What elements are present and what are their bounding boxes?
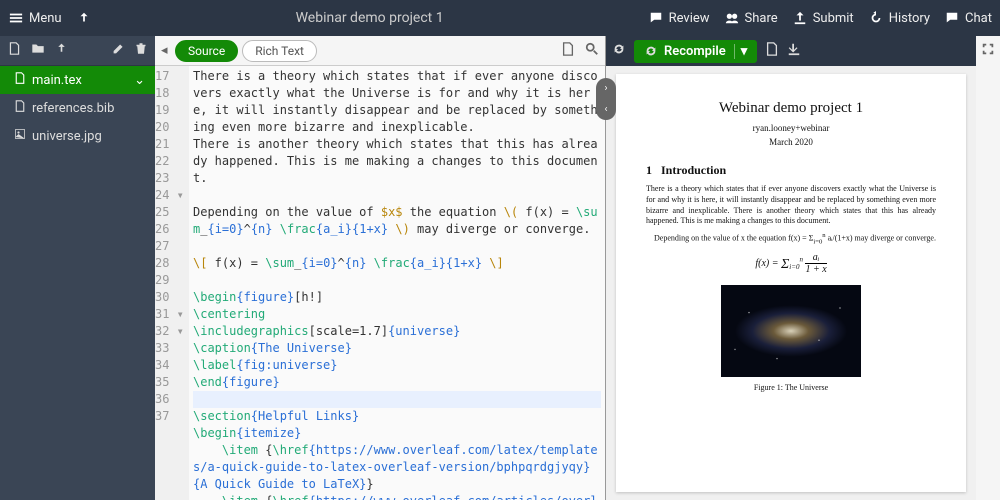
pdf-viewer[interactable]: Webinar demo project 1 ryan.looney+webin… <box>606 66 976 500</box>
up-button[interactable] <box>76 10 92 26</box>
collapse-arrow-icon[interactable]: ◂ <box>161 43 171 58</box>
code-line[interactable]: Depending on the value of $x$ the equati… <box>193 204 601 238</box>
history-icon <box>868 10 884 26</box>
code-line[interactable]: \begin{itemize} <box>193 425 601 442</box>
chevron-down-icon[interactable]: ▾ <box>734 44 748 59</box>
tab-source[interactable]: Source <box>175 40 238 62</box>
section-heading: 1 Introduction <box>646 163 936 178</box>
code-line[interactable]: \section{Helpful Links} <box>193 408 601 425</box>
code-line[interactable] <box>193 391 601 408</box>
image-icon <box>14 128 26 144</box>
chat-icon <box>944 10 960 26</box>
code-line[interactable]: \end{figure} <box>193 374 601 391</box>
chevron-left-icon: ‹ <box>604 104 607 115</box>
pdf-page: Webinar demo project 1 ryan.looney+webin… <box>616 74 966 492</box>
review-icon <box>648 10 664 26</box>
paragraph: Depending on the value of x the equation… <box>646 231 936 246</box>
code-editor[interactable]: 17 18 19 20 21 22 23 24 ▾ 25 26 27 28 29… <box>155 66 605 500</box>
tab-richtext[interactable]: Rich Text <box>242 40 317 62</box>
submit-icon <box>792 10 808 26</box>
file-name: main.tex <box>32 73 82 88</box>
file-outline-icon[interactable] <box>561 42 575 60</box>
chevron-right-icon: › <box>604 83 607 94</box>
chat-button[interactable]: Chat <box>944 10 992 26</box>
expand-pane[interactable] <box>976 36 1000 500</box>
history-button[interactable]: History <box>868 10 930 26</box>
sync-icon[interactable] <box>612 42 626 60</box>
pane-resize-handle[interactable]: › ‹ <box>596 78 616 120</box>
code-line[interactable]: \includegraphics[scale=1.7]{universe} <box>193 323 601 340</box>
new-file-icon[interactable] <box>8 42 21 59</box>
file-tree-item[interactable]: main.tex ⌄ <box>0 66 155 94</box>
menu-label: Menu <box>29 11 62 26</box>
figure: Figure 1: The Universe <box>646 285 936 392</box>
file-tree-item[interactable]: references.bib <box>0 94 155 122</box>
doc-author: ryan.looney+webinar <box>646 123 936 133</box>
code-line[interactable]: There is another theory which states tha… <box>193 136 601 187</box>
review-button[interactable]: Review <box>648 10 710 26</box>
menu-button[interactable]: Menu <box>8 10 62 26</box>
code-line[interactable] <box>193 238 601 255</box>
code-line[interactable]: \begin{figure}[h!] <box>193 289 601 306</box>
paragraph: There is a theory which states that if e… <box>646 184 936 227</box>
chevron-down-icon[interactable]: ⌄ <box>134 73 145 88</box>
submit-button[interactable]: Submit <box>792 10 854 26</box>
code-line[interactable]: \[ f(x) = \sum_{i=0}^{n} \frac{a_i}{1+x}… <box>193 255 601 272</box>
pdf-pane: Recompile ▾ Webinar demo project 1 ryan.… <box>606 36 976 500</box>
new-folder-icon[interactable] <box>31 42 45 59</box>
file-icon <box>14 72 26 88</box>
recompile-button[interactable]: Recompile ▾ <box>634 40 757 63</box>
pdf-toolbar: Recompile ▾ <box>606 36 976 66</box>
project-title: Webinar demo project 1 <box>92 10 648 26</box>
code-line[interactable]: \caption{The Universe} <box>193 340 601 357</box>
delete-icon[interactable] <box>135 42 147 59</box>
file-icon <box>14 100 26 116</box>
code-line[interactable]: \item {\href{https://www.overleaf.com/la… <box>193 442 601 493</box>
upload-icon <box>76 10 92 26</box>
doc-title: Webinar demo project 1 <box>646 100 936 117</box>
file-tree: main.tex ⌄ references.bib universe.jpg <box>0 36 155 500</box>
share-button[interactable]: Share <box>724 10 778 26</box>
code-line[interactable]: \centering <box>193 306 601 323</box>
figure-image <box>721 285 861 377</box>
editor-toolbar: ◂ Source Rich Text <box>155 36 605 66</box>
code-line[interactable]: There is a theory which states that if e… <box>193 68 601 136</box>
figure-caption: Figure 1: The Universe <box>754 383 828 392</box>
file-tree-toolbar <box>0 36 155 66</box>
search-icon[interactable] <box>585 42 599 60</box>
download-icon[interactable] <box>787 42 801 60</box>
file-name: references.bib <box>32 101 114 116</box>
file-tree-item[interactable]: universe.jpg <box>0 122 155 150</box>
code-line[interactable]: \item {\href{https://www.overleaf.com/ar… <box>193 493 601 500</box>
logs-icon[interactable] <box>765 42 779 60</box>
share-icon <box>724 10 740 26</box>
code-line[interactable] <box>193 272 601 289</box>
top-toolbar: Menu Webinar demo project 1 Review Share… <box>0 0 1000 36</box>
code-line[interactable]: \label{fig:universe} <box>193 357 601 374</box>
editor-pane: ◂ Source Rich Text 17 18 19 20 21 22 23 … <box>155 36 606 500</box>
equation: f(x) = Σi=0n aᵢ1 + x <box>646 252 936 275</box>
file-name: universe.jpg <box>32 129 102 144</box>
code-line[interactable] <box>193 187 601 204</box>
upload-file-icon[interactable] <box>55 42 68 59</box>
rename-icon[interactable] <box>112 42 125 59</box>
doc-date: March 2020 <box>646 137 936 147</box>
hamburger-icon <box>8 10 24 26</box>
